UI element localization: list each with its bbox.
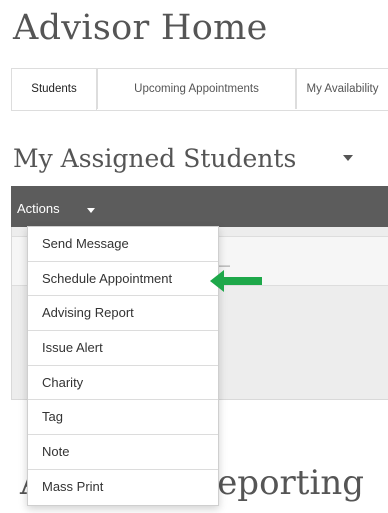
- tab-my-availability[interactable]: My Availability: [296, 68, 388, 109]
- menu-item-schedule-appointment[interactable]: Schedule Appointment: [28, 261, 218, 297]
- actions-button[interactable]: Actions: [17, 201, 60, 216]
- tab-upcoming-appointments[interactable]: Upcoming Appointments: [97, 68, 296, 109]
- menu-item-note[interactable]: Note: [28, 435, 218, 470]
- menu-item-advising-report[interactable]: Advising Report: [28, 296, 218, 332]
- tab-students[interactable]: Students: [11, 68, 97, 110]
- tab-bar: Students Upcoming Appointments My Availa…: [11, 68, 388, 111]
- caret-down-icon[interactable]: [87, 208, 95, 213]
- menu-item-charity[interactable]: Charity: [28, 365, 218, 401]
- reporting-title-right: eporting: [217, 463, 364, 503]
- menu-item-tag[interactable]: Tag: [28, 400, 218, 436]
- section-title[interactable]: My Assigned Students: [13, 144, 296, 173]
- arrow-left-icon: [210, 270, 262, 292]
- page-title: Advisor Home: [13, 8, 268, 48]
- menu-item-send-message[interactable]: Send Message: [28, 227, 218, 262]
- caret-down-icon[interactable]: [343, 155, 353, 161]
- actions-dropdown-menu: Send Message Schedule Appointment Advisi…: [27, 226, 219, 506]
- menu-item-issue-alert[interactable]: Issue Alert: [28, 331, 218, 366]
- panel-toolbar: [11, 186, 388, 227]
- menu-item-mass-print[interactable]: Mass Print: [28, 469, 218, 505]
